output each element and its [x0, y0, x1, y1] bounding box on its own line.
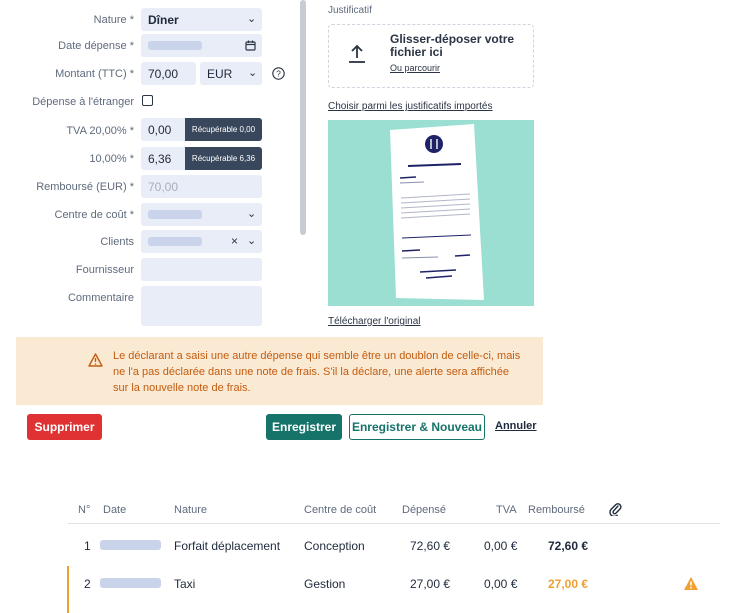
tva1-label: TVA 20,00% * [66, 125, 134, 137]
comment-label: Commentaire [67, 292, 134, 304]
chevron-down-icon: ⌄ [247, 13, 257, 25]
chevron-down-icon: ⌄ [248, 67, 258, 79]
row-nature: Forfait déplacement [174, 539, 281, 553]
foreign-label: Dépense à l'étranger [32, 96, 134, 108]
tva1-recoverable-badge: Récupérable 0,00 [185, 118, 262, 141]
col-refunded-header[interactable]: Remboursé [528, 504, 585, 516]
row-tva: 0,00 € [484, 539, 518, 553]
form-scrollbar[interactable] [300, 0, 306, 340]
date-label: Date dépense * [58, 40, 134, 52]
nature-label: Nature * [93, 14, 134, 26]
date-value-redacted [148, 41, 202, 50]
row-alert-marker [67, 566, 69, 613]
cost-center-select[interactable]: ⌄ [141, 203, 262, 226]
amount-label: Montant (TTC) * [55, 68, 134, 80]
duplicate-warning-banner: Le déclarant a saisi une autre dépense q… [16, 337, 543, 405]
col-nature-header[interactable]: Nature [174, 504, 207, 516]
dropzone-title: Glisser-déposer votre fichier ici [390, 32, 515, 59]
download-original-link[interactable]: Télécharger l'original [328, 316, 421, 327]
row-refunded: 27,00 € [548, 577, 589, 591]
clients-value-redacted [148, 237, 202, 246]
receipt-section-label: Justificatif [328, 5, 372, 16]
receipt-preview[interactable] [328, 120, 534, 306]
svg-text:?: ? [276, 69, 281, 79]
foreign-checkbox[interactable] [142, 95, 153, 106]
amount-input[interactable]: 70,00 [141, 62, 196, 85]
tva1-value: 0,00 [148, 123, 172, 137]
cost-center-label: Centre de coût * [54, 209, 135, 221]
row-spent: 72,60 € [410, 539, 451, 553]
row-date-redacted [100, 540, 161, 550]
row-refunded: 72,60 € [548, 539, 589, 553]
refund-label: Remboursé (EUR) * [36, 181, 134, 193]
tva1-input[interactable]: 0,00 Récupérable 0,00 [141, 118, 262, 141]
row-spent: 27,00 € [410, 577, 451, 591]
refund-placeholder: 70,00 [148, 180, 179, 194]
col-num-header: N° [78, 504, 91, 516]
date-field[interactable] [141, 34, 262, 57]
comment-textarea[interactable] [141, 286, 262, 326]
warning-icon [88, 353, 103, 367]
amount-value: 70,00 [148, 67, 179, 81]
supplier-label: Fournisseur [75, 264, 134, 276]
browse-link[interactable]: Ou parcourir [390, 63, 440, 73]
dropzone[interactable]: Glisser-déposer votre fichier ici Ou par… [328, 24, 534, 88]
row-cost-center: Gestion [304, 577, 346, 591]
row-num: 1 [84, 539, 91, 553]
row-cost-center: Conception [304, 539, 365, 553]
tva2-recoverable-badge: Récupérable 6,36 [185, 147, 262, 170]
cancel-link[interactable]: Annuler [495, 420, 537, 432]
save-button[interactable]: Enregistrer [266, 414, 342, 440]
warning-text: Le déclarant a saisi une autre dépense q… [113, 350, 521, 394]
cost-center-value-redacted [148, 210, 202, 219]
tva2-value: 6,36 [148, 152, 172, 166]
row-date-redacted [100, 578, 161, 588]
tva2-input[interactable]: 6,36 Récupérable 6,36 [141, 147, 262, 170]
table-header-divider [68, 523, 720, 524]
tva2-label: 10,00% * [89, 153, 134, 165]
delete-button[interactable]: Supprimer [27, 414, 102, 440]
col-date-header[interactable]: Date [103, 504, 126, 516]
currency-value: EUR [207, 67, 233, 81]
row-nature: Taxi [174, 577, 196, 591]
warning-icon[interactable] [683, 576, 699, 591]
clear-icon[interactable]: × [231, 234, 238, 248]
upload-icon [349, 44, 365, 63]
clients-label: Clients [100, 236, 134, 248]
col-cost-center-header[interactable]: Centre de coût [304, 504, 376, 516]
nature-select[interactable]: Dîner ⌄ [141, 8, 262, 31]
row-tva: 0,00 € [484, 577, 518, 591]
receipt-image [390, 124, 484, 300]
clients-select[interactable]: × ⌄ [141, 230, 262, 253]
help-icon[interactable]: ? [272, 67, 285, 80]
chevron-down-icon: ⌄ [247, 235, 257, 247]
currency-select[interactable]: EUR ⌄ [200, 62, 262, 85]
refund-input[interactable]: 70,00 [141, 175, 262, 198]
save-new-button[interactable]: Enregistrer & Nouveau [349, 414, 485, 440]
paperclip-icon [609, 503, 622, 516]
row-num: 2 [84, 577, 91, 591]
choose-imported-link[interactable]: Choisir parmi les justificatifs importés [328, 101, 493, 112]
scrollbar-thumb[interactable] [300, 0, 306, 235]
nature-value: Dîner [148, 13, 179, 27]
calendar-icon[interactable] [245, 40, 256, 51]
col-tva-header[interactable]: TVA [496, 504, 517, 516]
col-spent-header[interactable]: Dépensé [402, 504, 446, 516]
supplier-input[interactable] [141, 258, 262, 281]
chevron-down-icon: ⌄ [247, 208, 257, 220]
